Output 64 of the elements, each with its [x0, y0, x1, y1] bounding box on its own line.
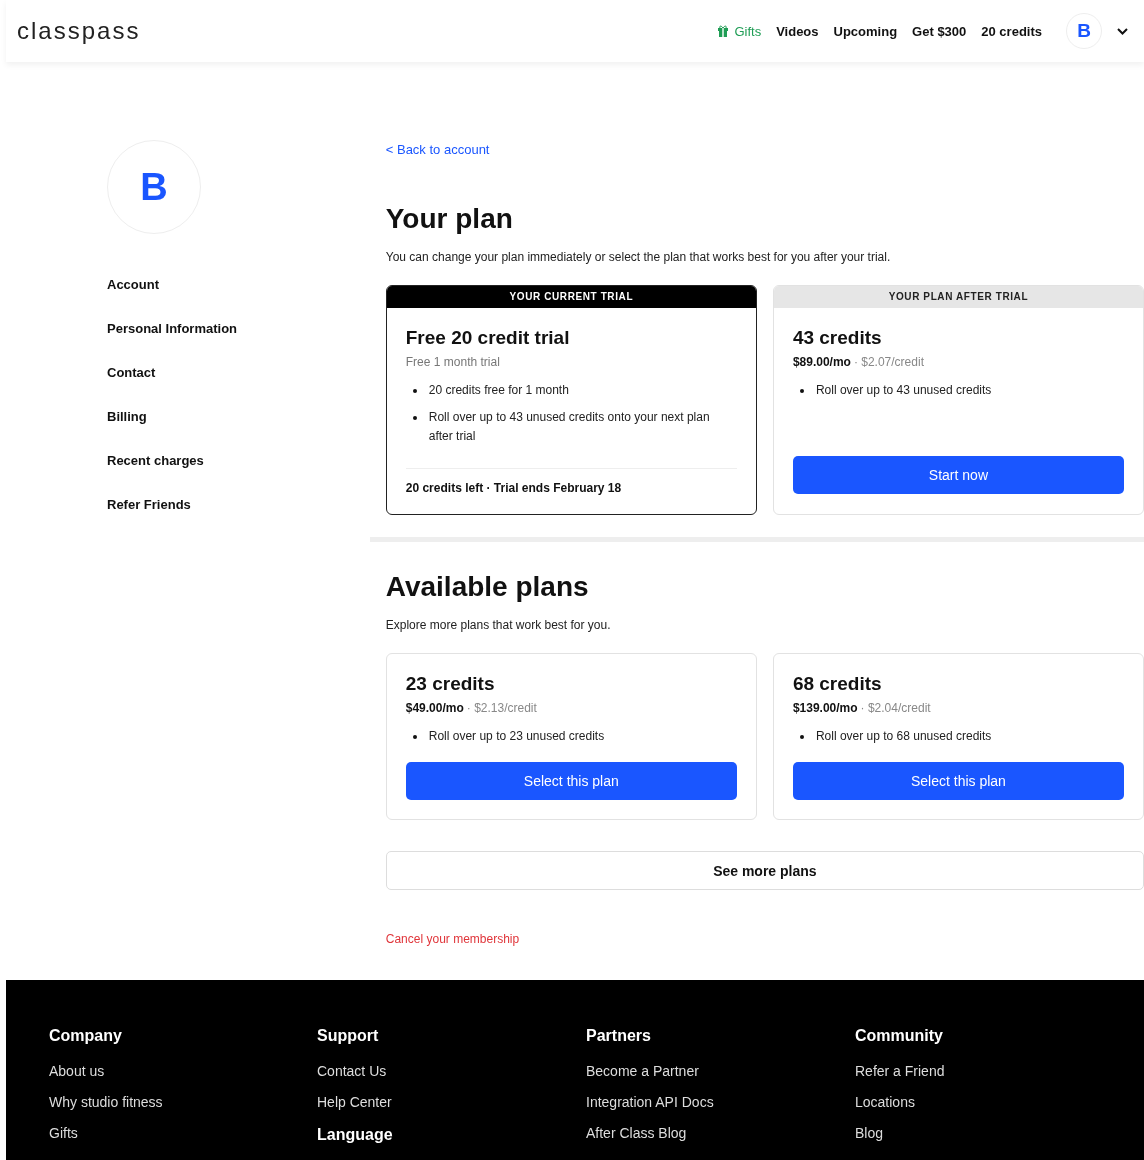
nav-link[interactable]: 20 credits [981, 23, 1042, 39]
price-per-credit: · $2.07/credit [853, 355, 924, 369]
plan-title: Free 20 credit trial [405, 327, 571, 349]
footer-link[interactable]: Blog [855, 1125, 1144, 1142]
plan-price: $139.00/mo [792, 701, 858, 715]
footer-heading: Language [317, 1125, 394, 1145]
plan-title: 23 credits [405, 673, 496, 695]
nav-link[interactable]: Videos [776, 23, 819, 39]
plan-button[interactable]: Select this plan [405, 762, 737, 800]
sidebar-item[interactable]: Contact [107, 365, 386, 409]
footer-heading: Community [855, 1026, 944, 1046]
sidebar-item[interactable]: Personal Information [107, 321, 386, 365]
logo[interactable]: classpass [17, 17, 141, 45]
nav-link[interactable]: Gifts [717, 23, 762, 39]
plan-feature: 20 credits free for 1 month [428, 382, 569, 399]
price-per-credit: · $2.13/credit [466, 701, 537, 715]
bullet-icon [799, 735, 804, 739]
sidebar-item[interactable]: Refer Friends [107, 497, 386, 541]
footer-link[interactable]: After Class Blog [586, 1125, 855, 1142]
footer-link[interactable]: Become a Partner [586, 1063, 855, 1080]
footer-link[interactable]: Refer a Friend [855, 1063, 1144, 1080]
footer-link[interactable]: Contact Us [317, 1063, 586, 1080]
footer-link[interactable]: Help Center [317, 1094, 586, 1111]
nav-link[interactable]: Upcoming [833, 23, 898, 39]
section-title: Available plans [385, 570, 590, 604]
bullet-icon [412, 389, 417, 393]
price-per-credit: · $2.04/credit [860, 701, 931, 715]
sidebar-item[interactable]: Account [107, 277, 386, 321]
page-description: You can change your plan immediately or select the plan that works best for you after your trial. [385, 250, 892, 264]
card-banner: YOUR PLAN AFTER TRIAL [773, 286, 1143, 308]
plan-title: 68 credits [792, 673, 883, 695]
page-title: Your plan [385, 202, 514, 236]
footer-link[interactable]: Integration API Docs [586, 1094, 855, 1111]
plan-price: $49.00/mo [405, 701, 464, 715]
plan-subtitle: Free 1 month trial [405, 355, 501, 369]
footer-heading: Company [49, 1026, 123, 1046]
nav-link[interactable]: Get $300 [912, 23, 967, 39]
back-link[interactable]: < Back to account [385, 142, 490, 157]
footer-link[interactable]: Locations [855, 1094, 1144, 1111]
chevron-down-icon[interactable] [1117, 27, 1128, 35]
plan-feature: Roll over up to 68 unused credits [815, 728, 992, 745]
plan-title: 43 credits [792, 327, 883, 349]
trial-status: 20 credits left · Trial ends February 18 [405, 468, 737, 495]
sidebar-item[interactable]: Billing [107, 409, 386, 453]
plan-feature: Roll over up to 43 unused credits [815, 382, 992, 399]
sidebar-item[interactable]: Recent charges [107, 453, 386, 497]
footer-link[interactable]: Gifts [49, 1125, 317, 1142]
bullet-icon [799, 389, 804, 393]
footer-heading: Partners [586, 1026, 652, 1046]
bullet-icon [412, 416, 417, 420]
footer-heading: Support [317, 1026, 380, 1046]
see-more-button[interactable]: See more plans [385, 851, 1144, 890]
section-description: Explore more plans that work best for you. [385, 618, 612, 632]
plan-feature: Roll over up to 43 unused credits onto your next plan after trial [428, 409, 711, 445]
footer-link[interactable]: Why studio fitness [49, 1094, 317, 1111]
card-banner: YOUR CURRENT TRIAL [386, 286, 756, 308]
plan-price: $89.00/mo [792, 355, 851, 369]
footer-link[interactable]: About us [49, 1063, 317, 1080]
cancel-link[interactable]: Cancel your membership [385, 932, 520, 946]
bullet-icon [412, 735, 417, 739]
gift-icon [717, 25, 730, 37]
plan-button[interactable]: Start now [792, 456, 1124, 494]
plan-button[interactable]: Select this plan [792, 762, 1124, 800]
plan-feature: Roll over up to 23 unused credits [428, 728, 605, 745]
